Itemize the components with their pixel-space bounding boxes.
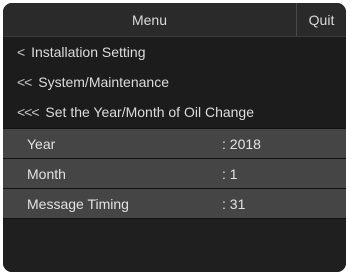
triple-chevron-left-icon: <<< xyxy=(17,104,40,120)
setting-value: : 2018 xyxy=(222,136,261,152)
breadcrumb-system-maintenance[interactable]: << System/Maintenance xyxy=(17,67,169,97)
breadcrumb-installation-setting[interactable]: < Installation Setting xyxy=(17,37,145,67)
breadcrumb-label: Set the Year/Month of Oil Change xyxy=(45,104,255,120)
double-chevron-left-icon: << xyxy=(17,74,32,90)
breadcrumb-label: System/Maintenance xyxy=(38,74,169,90)
menu-screen: Menu Quit < Installation Setting << Syst… xyxy=(3,3,346,272)
setting-label: Message Timing xyxy=(27,196,129,212)
breadcrumb-oil-change[interactable]: <<< Set the Year/Month of Oil Change xyxy=(17,97,254,127)
setting-value: : 31 xyxy=(222,196,246,212)
setting-row-message-timing[interactable]: Message Timing : 31 xyxy=(3,189,346,218)
setting-label: Month xyxy=(27,166,66,182)
setting-value: : 1 xyxy=(222,166,238,182)
chevron-left-icon: < xyxy=(17,44,25,60)
quit-button[interactable]: Quit xyxy=(296,3,346,36)
setting-row-year[interactable]: Year : 2018 xyxy=(3,129,346,158)
setting-label: Year xyxy=(27,136,56,152)
page-title: Menu xyxy=(131,12,168,28)
breadcrumb: < Installation Setting << System/Mainten… xyxy=(3,37,346,128)
breadcrumb-label: Installation Setting xyxy=(31,44,146,60)
setting-row-month[interactable]: Month : 1 xyxy=(3,159,346,188)
empty-area xyxy=(3,219,346,272)
header-bar: Menu Quit xyxy=(3,3,346,37)
